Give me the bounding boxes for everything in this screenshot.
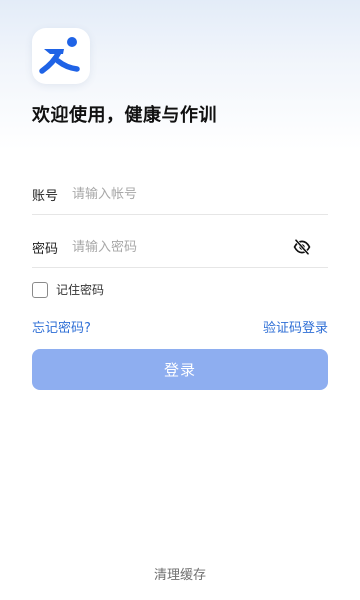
account-input[interactable] [72,182,328,206]
password-label: 密码 [32,241,59,257]
remember-password-checkbox[interactable] [32,281,48,298]
account-label: 账号 [32,188,59,204]
password-input[interactable] [72,235,290,259]
clear-cache-button[interactable]: 清理缓存 [0,564,360,583]
eye-off-icon [293,239,311,255]
page-title: 欢迎使用，健康与作训 [32,105,217,126]
forgot-password-link[interactable]: 忘记密码? [32,317,91,336]
remember-password-row[interactable]: 记住密码 [32,281,104,298]
app-logo-icon [39,37,80,74]
remember-password-label: 记住密码 [56,283,105,297]
app-logo [32,28,90,84]
sms-login-link[interactable]: 验证码登录 [263,317,328,336]
password-field-row: 密码 [32,227,328,268]
account-field-row: 账号 [32,174,328,215]
password-visibility-toggle[interactable] [290,235,314,259]
login-button[interactable]: 登录 [32,349,328,390]
